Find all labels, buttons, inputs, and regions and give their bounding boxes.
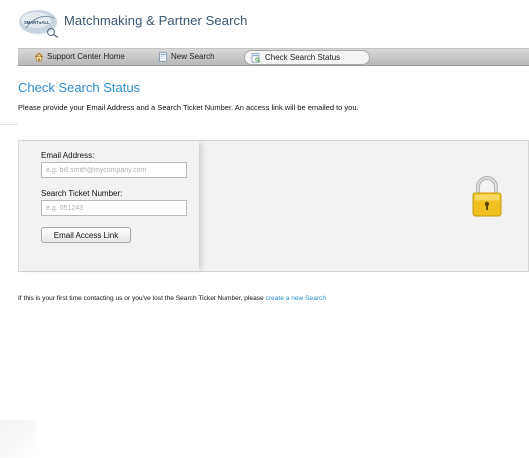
background-shade (0, 420, 36, 458)
footer-text: If this is your first time contacting us… (18, 295, 326, 302)
nav-item-new-search[interactable]: New Search (158, 50, 242, 64)
nav-item-support-center-home[interactable]: Support Center Home (34, 50, 140, 64)
nav-bar: Support Center Home New Search Check Sea… (18, 48, 529, 66)
ticket-number-field[interactable] (41, 200, 187, 216)
create-new-search-link[interactable]: create a new Search (266, 295, 326, 302)
home-icon (34, 52, 44, 62)
ticket-label: Search Ticket Number: (41, 189, 123, 198)
nav-label-new-search: New Search (171, 52, 215, 61)
page-title: Check Search Status (18, 80, 141, 95)
access-form: Email Address: Search Ticket Number: Ema… (19, 141, 199, 271)
nav-label-home: Support Center Home (47, 52, 125, 61)
email-label: Email Address: (41, 151, 95, 160)
email-field[interactable] (41, 162, 187, 178)
brand-title: Matchmaking & Partner Search (64, 13, 248, 28)
new-document-icon (159, 52, 167, 62)
status-panel: Email Address: Search Ticket Number: Ema… (18, 140, 529, 272)
divider (0, 124, 18, 125)
nav-item-check-search-status[interactable]: Check Search Status (244, 50, 370, 65)
email-access-link-button[interactable]: Email Access Link (41, 227, 131, 243)
logo-text: SMART●ALL (24, 20, 50, 25)
nav-label-check-search-status: Check Search Status (265, 53, 341, 62)
smartall-logo-icon[interactable]: SMART●ALL (18, 8, 62, 38)
lock-icon (472, 176, 502, 217)
footer-message: If this is your first time contacting us… (18, 295, 266, 302)
search-document-icon (251, 53, 261, 63)
intro-text: Please provide your Email Address and a … (18, 103, 359, 112)
site-header: SMART●ALL Matchmaking & Partner Search (0, 0, 529, 46)
